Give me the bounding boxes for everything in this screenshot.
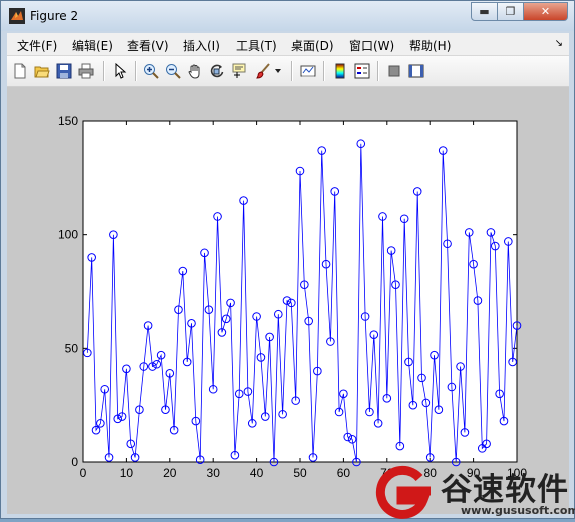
hide-plot-tools-icon[interactable] [385, 62, 403, 80]
menu-bar: 文件(F) 编辑(E) 查看(V) 插入(I) 工具(T) 桌面(D) 窗口(W… [7, 33, 569, 56]
title-bar[interactable]: Figure 2 ▬ ❐ ✕ [1, 1, 574, 31]
figure-canvas: 0 10 20 30 40 50 60 70 80 90 100 0 50 100 150 [7, 87, 569, 514]
menu-file[interactable]: 文件(F) [17, 37, 57, 54]
y-tick-label: 150 [58, 114, 78, 128]
figure-toolbar [7, 56, 569, 87]
y-tick-label: 0 [71, 455, 78, 469]
plot-area[interactable]: 0 10 20 30 40 50 60 70 80 90 100050100150 [7, 87, 569, 514]
link-plot-icon[interactable] [299, 62, 317, 80]
minimize-icon: ▬ [479, 5, 490, 18]
menu-help[interactable]: 帮助(H) [409, 37, 451, 54]
gusu-logo-icon [375, 465, 431, 519]
window-title: Figure 2 [30, 9, 79, 23]
x-tick-label: 10 [120, 466, 134, 480]
watermark: 谷速软件 www.gususoft.com [365, 462, 575, 519]
colorbar-icon[interactable] [331, 62, 349, 80]
close-button[interactable]: ✕ [524, 2, 568, 21]
watermark-url: www.gususoft.com [461, 504, 575, 517]
watermark-brand: 谷速软件 [441, 472, 569, 508]
x-tick-label: 40 [250, 466, 264, 480]
menu-window[interactable]: 窗口(W) [349, 37, 394, 54]
toolbar-separator [323, 61, 325, 81]
toolbar-separator [377, 61, 379, 81]
y-tick-label: 100 [58, 228, 78, 242]
toolbar-separator [135, 61, 137, 81]
toolbar-separator [103, 61, 105, 81]
menu-insert[interactable]: 插入(I) [183, 37, 220, 54]
legend-icon[interactable] [353, 62, 371, 80]
rotate-3d-icon[interactable] [208, 62, 226, 80]
data-cursor-icon[interactable] [230, 62, 248, 80]
print-icon[interactable] [77, 62, 95, 80]
new-figure-icon[interactable] [11, 62, 29, 80]
menu-desktop[interactable]: 桌面(D) [291, 37, 334, 54]
menu-tools[interactable]: 工具(T) [236, 37, 277, 54]
menu-overflow-icon[interactable]: ↘ [555, 38, 563, 49]
y-tick-label: 50 [65, 341, 79, 355]
window-controls: ▬ ❐ ✕ [471, 2, 568, 21]
zoom-out-icon[interactable] [164, 62, 182, 80]
x-tick-label: 0 [80, 466, 87, 480]
menu-view[interactable]: 查看(V) [127, 37, 169, 54]
minimize-button[interactable]: ▬ [471, 2, 498, 21]
zoom-in-icon[interactable] [142, 62, 160, 80]
show-plot-tools-icon[interactable] [407, 62, 425, 80]
x-tick-label: 30 [207, 466, 221, 480]
x-tick-label: 60 [337, 466, 351, 480]
matlab-app-icon [9, 8, 25, 24]
open-file-icon[interactable] [33, 62, 51, 80]
maximize-button[interactable]: ❐ [498, 2, 524, 21]
figure-window: Figure 2 ▬ ❐ ✕ 文件(F) 编辑(E) 查看(V) 插入(I) 工… [0, 0, 575, 519]
brush-icon[interactable] [254, 62, 272, 80]
pan-hand-icon[interactable] [186, 62, 204, 80]
x-tick-label: 50 [293, 466, 307, 480]
brush-dropdown-icon[interactable] [273, 62, 283, 80]
maximize-icon: ❐ [505, 5, 516, 18]
menu-edit[interactable]: 编辑(E) [72, 37, 113, 54]
arrow-cursor-icon[interactable] [111, 62, 129, 80]
x-tick-label: 20 [163, 466, 177, 480]
close-icon: ✕ [540, 5, 551, 18]
toolbar-separator [291, 61, 293, 81]
save-icon[interactable] [55, 62, 73, 80]
